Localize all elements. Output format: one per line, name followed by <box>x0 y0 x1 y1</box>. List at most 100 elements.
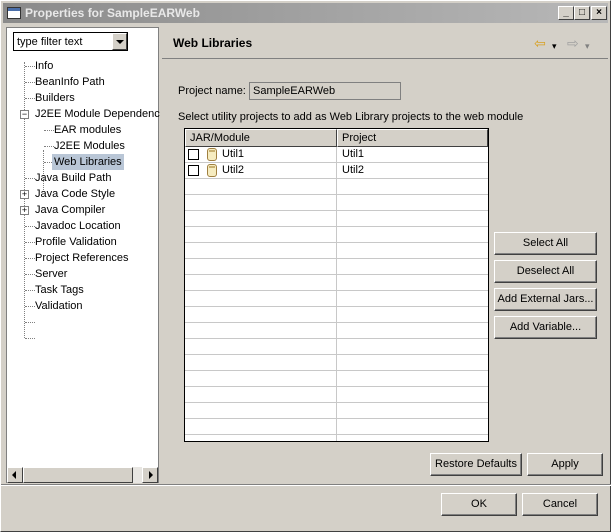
back-arrow-icon[interactable]: ⇦ <box>534 36 546 50</box>
window-icon <box>7 7 21 19</box>
tree-item-server[interactable]: Server <box>35 266 67 282</box>
property-page: Web Libraries ⇦ ▾ ⇨ ▾ Project name: Samp… <box>162 27 608 483</box>
column-header-jar-module[interactable]: JAR/Module <box>185 129 337 147</box>
tree-item-ear-modules[interactable]: EAR modules <box>54 122 121 138</box>
empty-row <box>185 307 488 323</box>
jar-module-cell: Util1 <box>222 148 245 160</box>
empty-row <box>185 179 488 195</box>
title-bar[interactable]: Properties for SampleEARWeb _ □ × <box>3 3 608 23</box>
tree-line <box>25 242 35 243</box>
tree-line <box>25 82 35 83</box>
maximize-button[interactable]: □ <box>574 6 590 20</box>
collapse-icon[interactable]: − <box>20 110 29 119</box>
empty-row <box>185 419 488 435</box>
tree-item-j2ee-module-dependencies[interactable]: J2EE Module Dependenc <box>35 106 160 122</box>
tree-line <box>25 274 35 275</box>
web-libraries-table[interactable]: JAR/Module Project Util1 Util1 Util2 Uti… <box>184 128 489 442</box>
project-cell: Util2 <box>342 164 365 176</box>
tree-line <box>25 338 35 339</box>
table-header: JAR/Module Project <box>185 129 488 147</box>
window-title: Properties for SampleEARWeb <box>25 6 200 20</box>
navigation-pane: type filter text Info BeanInfo Path Buil… <box>6 27 160 483</box>
empty-row <box>185 339 488 355</box>
expand-icon[interactable]: + <box>20 206 29 215</box>
tree-line <box>44 146 54 147</box>
jar-icon <box>207 148 217 161</box>
row-checkbox[interactable] <box>188 149 199 160</box>
horizontal-scrollbar[interactable] <box>7 467 158 483</box>
apply-button[interactable]: Apply <box>527 453 603 476</box>
tree-item-java-code-style[interactable]: Java Code Style <box>35 186 115 202</box>
dialog-separator <box>1 484 611 486</box>
tree-item-beaninfo-path[interactable]: BeanInfo Path <box>35 74 105 90</box>
deselect-all-button[interactable]: Deselect All <box>494 260 597 283</box>
tree-line <box>25 322 35 323</box>
tree-line <box>44 130 54 131</box>
tree-item-j2ee-modules[interactable]: J2EE Modules <box>54 138 125 154</box>
tree-line <box>25 178 35 179</box>
empty-row <box>185 291 488 307</box>
table-row[interactable]: Util1 Util1 <box>185 147 488 163</box>
table-row[interactable]: Util2 Util2 <box>185 163 488 179</box>
scroll-right-button[interactable] <box>142 467 158 483</box>
tree-item-java-compiler[interactable]: Java Compiler <box>35 202 105 218</box>
filter-input[interactable]: type filter text <box>13 32 128 51</box>
jar-icon <box>207 164 217 177</box>
jar-module-cell: Util2 <box>222 164 245 176</box>
ok-button[interactable]: OK <box>441 493 517 516</box>
empty-row <box>185 211 488 227</box>
close-button[interactable]: × <box>591 6 607 20</box>
expand-icon[interactable]: + <box>20 190 29 199</box>
empty-row <box>185 227 488 243</box>
tree-line <box>24 62 25 338</box>
empty-row <box>185 387 488 403</box>
tree-item-info[interactable]: Info <box>35 58 53 74</box>
scroll-thumb[interactable] <box>23 467 133 483</box>
tree-line <box>25 66 35 67</box>
project-name-label: Project name: <box>178 85 246 97</box>
page-header: Web Libraries ⇦ ▾ ⇨ ▾ <box>162 27 608 59</box>
properties-window: Properties for SampleEARWeb _ □ × type f… <box>0 0 611 532</box>
empty-row <box>185 371 488 387</box>
tree-item-java-build-path[interactable]: Java Build Path <box>35 170 111 186</box>
add-external-jars-button[interactable]: Add External Jars... <box>494 288 597 311</box>
filter-text: type filter text <box>17 36 83 48</box>
tree-item-javadoc-location[interactable]: Javadoc Location <box>35 218 121 234</box>
back-dropdown-icon[interactable]: ▾ <box>552 39 557 53</box>
add-variable-button[interactable]: Add Variable... <box>494 316 597 339</box>
tree-item-validation[interactable]: Validation <box>35 298 83 314</box>
page-title: Web Libraries <box>173 36 253 50</box>
tree-line <box>25 306 35 307</box>
tree-item-project-references[interactable]: Project References <box>35 250 129 266</box>
tree-line <box>25 290 35 291</box>
cancel-button[interactable]: Cancel <box>522 493 598 516</box>
empty-row <box>185 403 488 419</box>
column-header-project[interactable]: Project <box>337 129 488 147</box>
empty-row <box>185 323 488 339</box>
tree-item-web-libraries[interactable]: Web Libraries <box>52 154 124 170</box>
arrow-right-icon <box>149 471 153 479</box>
arrow-left-icon <box>12 471 16 479</box>
tree-item-builders[interactable]: Builders <box>35 90 75 106</box>
scroll-left-button[interactable] <box>7 467 23 483</box>
tree-line <box>25 258 35 259</box>
tree-item-task-tags[interactable]: Task Tags <box>35 282 84 298</box>
instruction-text: Select utility projects to add as Web Li… <box>178 111 524 123</box>
restore-defaults-button[interactable]: Restore Defaults <box>430 453 522 476</box>
empty-row <box>185 243 488 259</box>
tree-item-profile-validation[interactable]: Profile Validation <box>35 234 117 250</box>
row-checkbox[interactable] <box>188 165 199 176</box>
empty-row <box>185 195 488 211</box>
empty-row <box>185 355 488 371</box>
select-all-button[interactable]: Select All <box>494 232 597 255</box>
project-name-field: SampleEARWeb <box>249 82 401 100</box>
tree-line <box>25 98 35 99</box>
tree-line <box>25 226 35 227</box>
project-cell: Util1 <box>342 148 365 160</box>
empty-row <box>185 275 488 291</box>
empty-row <box>185 259 488 275</box>
forward-arrow-icon[interactable]: ⇨ <box>567 36 579 50</box>
minimize-button[interactable]: _ <box>558 6 574 20</box>
filter-dropdown-button[interactable] <box>112 33 127 50</box>
forward-dropdown-icon[interactable]: ▾ <box>585 39 590 53</box>
